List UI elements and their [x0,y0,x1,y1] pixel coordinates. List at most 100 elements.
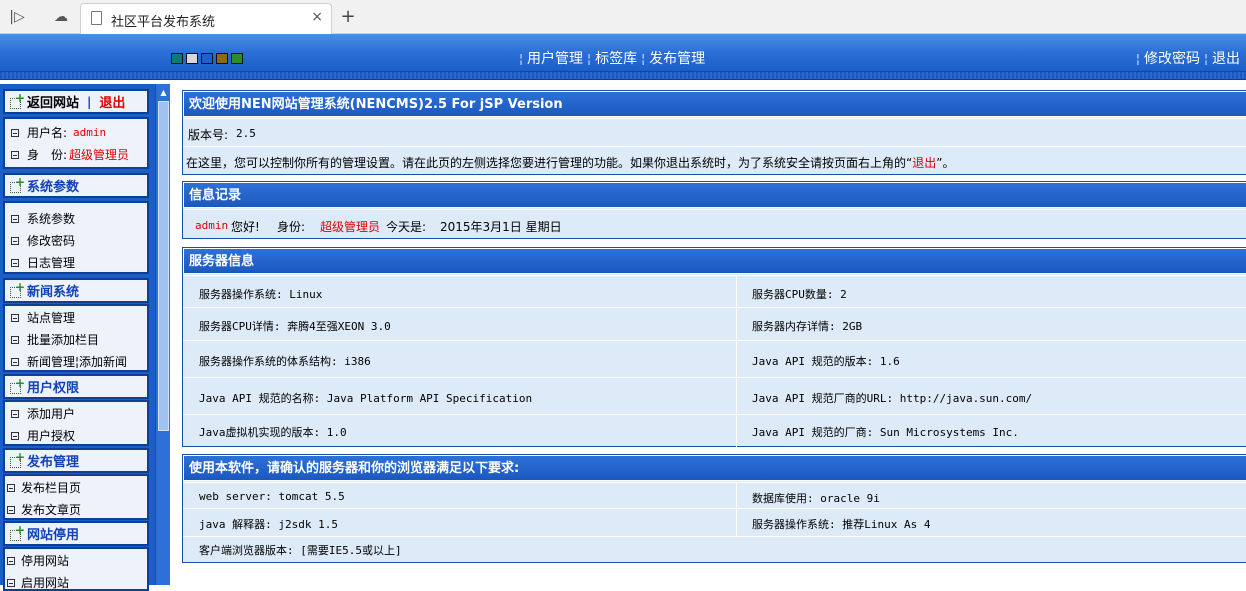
description-after: ”。 [936,156,955,170]
sidebar-item-news-management[interactable]: 新闻管理¦添加新闻 [11,353,127,370]
close-tab-icon[interactable]: × [311,9,323,25]
collapse-icon [11,357,19,366]
sidebar-header: 返回网站 | 退出 [3,89,149,114]
sidebar-item-disable-site[interactable]: 停用网站 [7,552,69,569]
description-before: 在这里，您可以控制你所有的管理设置。请在此页的左侧选择您要进行管理的功能。如果你… [186,156,913,170]
nav-user-management[interactable]: 用户管理 [527,51,583,67]
header-divider: | [87,94,92,109]
server-info-panel: 服务器信息 服务器操作系统: Linux 服务器CPU数量: 2 服务器CPU详… [182,247,1246,447]
sidebar-item-label: 发布栏目页 [21,481,82,495]
back-to-site-link[interactable]: 返回网站 [27,92,79,111]
info-username: admin [195,219,229,232]
section-title: 系统参数 [27,180,80,195]
role-value: 超级管理员 [69,148,130,162]
sidebar-item-log-management[interactable]: 日志管理 [11,254,75,271]
top-links: ¦ 修改密码 ¦ 退出 [1132,48,1240,68]
table-cell: 服务器操作系统: Linux [199,288,323,301]
nav-publish-management[interactable]: 发布管理 [649,51,705,67]
section-body-news: 站点管理 批量添加栏目 新闻管理¦添加新闻 [3,304,149,372]
table-row: 服务器CPU详情: 奔腾4至强XEON 3.0 服务器内存详情: 2GB [183,307,1246,340]
change-password-link[interactable]: 修改密码 [1144,51,1200,67]
logout-link[interactable]: 退出 [1212,51,1240,67]
sidebar-item-label: 用户授权 [27,429,76,443]
section-body-system: 系统参数 修改密码 日志管理 [3,201,149,274]
table-cell: Java API 规范的名称: Java Platform API Specif… [199,392,533,405]
sidebar-item-enable-site[interactable]: 启用网站 [7,574,69,591]
tree-add-icon [9,280,25,298]
table-cell: 服务器操作系统: 推荐Linux As 4 [752,518,931,531]
table-cell: Java API 规范的厂商: Sun Microsystems Inc. [752,426,1019,439]
sidebar-item-batch-add-column[interactable]: 批量添加栏目 [11,331,99,348]
section-header-user-permissions[interactable]: 用户权限 [3,374,149,399]
version-value: 2.5 [236,127,256,140]
scroll-thumb[interactable] [158,101,169,431]
nav-separator: ¦ [1135,52,1140,66]
top-header: ¦ 用户管理 ¦ 标签库 ¦ 发布管理 ¦ 修改密码 ¦ 退出 [0,34,1246,72]
sidebar-toggle-icon[interactable]: |▷ [6,6,28,28]
browser-tab[interactable]: 社区平台发布系统 × [80,3,332,34]
sidebar-item-label: 修改密码 [27,234,76,248]
sidebar-item-add-user[interactable]: 添加用户 [11,405,75,422]
sidebar-item-publish-column-page[interactable]: 发布栏目页 [7,479,81,496]
table-cell: 服务器操作系统的体系结构: i386 [199,355,371,368]
section-header-system[interactable]: 系统参数 [3,173,149,198]
section-title: 发布管理 [27,455,80,470]
sidebar-item-label: 停用网站 [21,554,70,568]
sidebar-item-label: 系统参数 [27,212,76,226]
section-title: 网站停用 [27,528,80,543]
sidebar-item-change-password[interactable]: 修改密码 [11,232,75,249]
collapse-icon [11,258,19,267]
theme-swatch-blue[interactable] [201,53,213,64]
table-cell: Java虚拟机实现的版本: 1.0 [199,426,347,439]
section-body-user-permissions: 添加用户 用户授权 [3,400,149,446]
theme-swatch-teal[interactable] [171,53,183,64]
sidebar-logout-link[interactable]: 退出 [99,92,125,111]
table-cell: java 解释器: j2sdk 1.5 [199,518,338,531]
description-text: 在这里，您可以控制你所有的管理设置。请在此页的左侧选择您要进行管理的功能。如果你… [186,154,954,171]
new-tab-button[interactable]: + [337,6,359,27]
tree-add-icon [9,376,25,394]
table-row: Java API 规范的名称: Java Platform API Specif… [183,377,1246,414]
sidebar-item-label: 添加用户 [27,407,76,421]
server-info-title: 服务器信息 [183,248,1246,274]
welcome-title: 欢迎使用NEN网站管理系统(NENCMS)2.5 For jSP Version [183,91,1246,117]
info-greeting: 您好! [231,220,260,234]
sidebar-item-system-params[interactable]: 系统参数 [11,210,75,227]
info-role-label: 身份: [277,220,306,234]
theme-swatch-brown[interactable] [216,53,228,64]
info-record-title: 信息记录 [183,182,1246,208]
section-header-publish[interactable]: 发布管理 [3,448,149,473]
sidebar-scrollbar[interactable]: ▲ [155,84,170,585]
user-info-box: 用户名: admin 身 份: 超级管理员 [3,117,149,169]
sidebar-item-user-authorization[interactable]: 用户授权 [11,427,75,444]
sidebar-item-site-management[interactable]: 站点管理 [11,309,75,326]
tab-title: 社区平台发布系统 [111,15,216,30]
table-cell: 数据库使用: oracle 9i [752,492,880,505]
sidebar-item-label: 日志管理 [27,256,76,270]
info-today-label: 今天是: [386,220,427,234]
table-cell: 服务器内存详情: 2GB [752,320,863,333]
header-stripe [0,72,1246,80]
collapse-icon [11,431,19,440]
description-logout-link[interactable]: 退出 [912,156,936,170]
version-row: 版本号: 2.5 [183,118,1246,146]
collapse-icon [11,150,19,159]
table-row: java 解释器: j2sdk 1.5 服务器操作系统: 推荐Linux As … [183,508,1246,536]
nav-tag-library[interactable]: 标签库 [595,51,637,67]
browser-toolbar: |▷ ☁ 社区平台发布系统 × + [0,0,1246,34]
scroll-up-icon[interactable]: ▲ [158,87,169,98]
collapse-icon [7,578,15,587]
table-cell: 服务器CPU详情: 奔腾4至强XEON 3.0 [199,320,391,333]
sidebar-item-publish-article-page[interactable]: 发布文章页 [7,501,81,518]
theme-swatch-gray[interactable] [186,53,198,64]
table-row: 客户端浏览器版本: [需要IE5.5或以上] [183,536,1246,562]
table-row: Java虚拟机实现的版本: 1.0 Java API 规范的厂商: Sun Mi… [183,414,1246,446]
section-header-news[interactable]: 新闻系统 [3,278,149,303]
section-header-site-disable[interactable]: 网站停用 [3,521,149,546]
section-body-publish: 发布栏目页 发布文章页 [3,474,149,520]
table-cell: 客户端浏览器版本: [需要IE5.5或以上] [199,544,402,557]
cloud-icon[interactable]: ☁ [50,6,72,28]
info-date: 2015年3月1日 星期日 [440,220,562,234]
table-cell: Java API 规范的版本: 1.6 [752,355,900,368]
theme-swatch-green[interactable] [231,53,243,64]
